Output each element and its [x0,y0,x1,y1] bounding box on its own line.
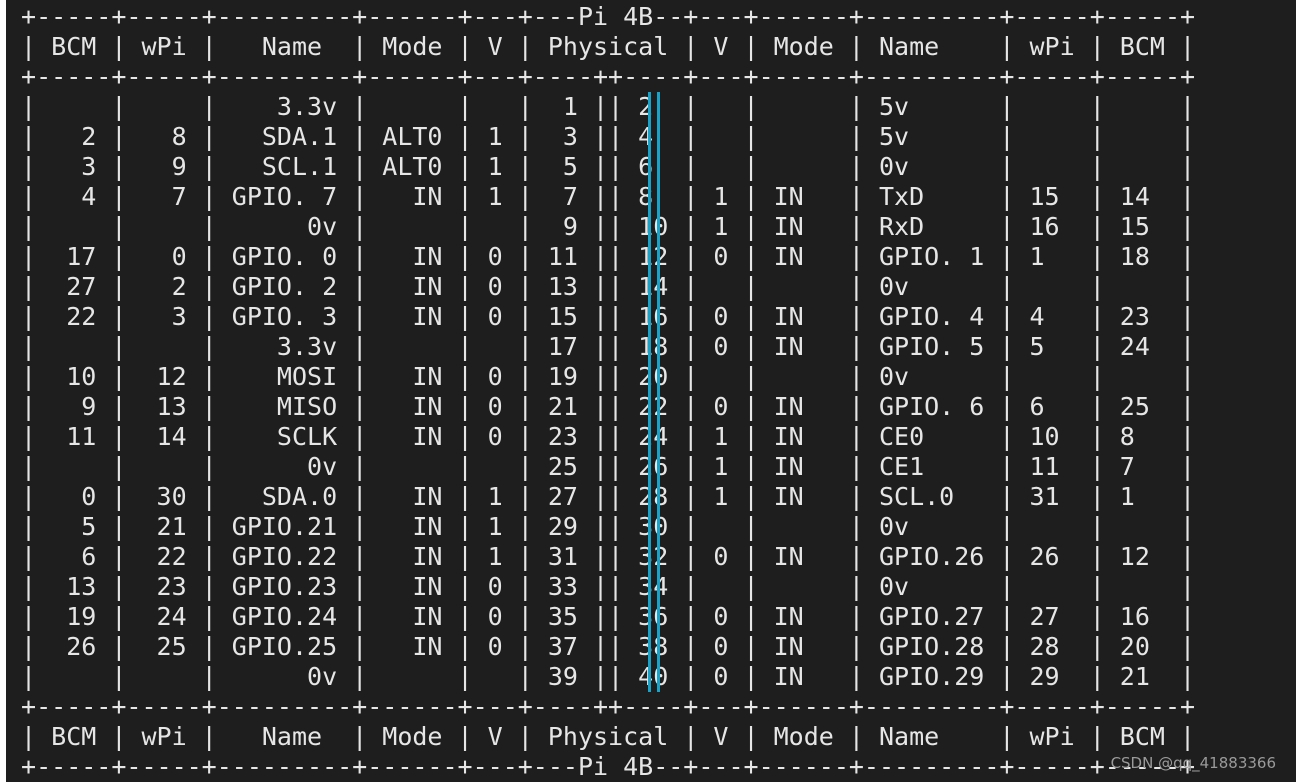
pin-row: | 5 | 21 | GPIO.21 | IN | 1 | 29 || 30 |… [6,512,1196,541]
pin-row: | 2 | 8 | SDA.1 | ALT0 | 1 | 3 || 4 | | … [6,122,1196,151]
pin-row: | 19 | 24 | GPIO.24 | IN | 0 | 35 || 36 … [6,602,1196,631]
pin-row: | 27 | 2 | GPIO. 2 | IN | 0 | 13 || 14 |… [6,272,1196,301]
pin-row: | 10 | 12 | MOSI | IN | 0 | 19 || 20 | |… [6,362,1196,391]
table-header-row: | BCM | wPi | Name | Mode | V | Physical… [6,32,1196,61]
pin-row: | | | 0v | | | 25 || 26 | 1 | IN | CE1 |… [6,452,1196,481]
pin-row: | 0 | 30 | SDA.0 | IN | 1 | 27 || 28 | 1… [6,482,1196,511]
pin-row: | | | 3.3v | | | 17 || 18 | 0 | IN | GPI… [6,332,1196,361]
watermark-text: CSDN @qq_41883366 [1110,754,1276,772]
pin-row: | 22 | 3 | GPIO. 3 | IN | 0 | 15 || 16 |… [6,302,1196,331]
pin-row: | 11 | 14 | SCLK | IN | 0 | 23 || 24 | 1… [6,422,1196,451]
pin-row: | 17 | 0 | GPIO. 0 | IN | 0 | 11 || 12 |… [6,242,1196,271]
pin-row: | 13 | 23 | GPIO.23 | IN | 0 | 33 || 34 … [6,572,1196,601]
pin-row: | | | 0v | | | 9 || 10 | 1 | IN | RxD | … [6,212,1196,241]
table-top-border: +-----+-----+---------+------+---+---Pi … [6,2,1196,31]
pin-row: | | | 3.3v | | | 1 || 2 | | | 5v | | | [6,92,1196,121]
pin-row: | 26 | 25 | GPIO.25 | IN | 0 | 37 || 38 … [6,632,1196,661]
terminal-window[interactable]: +-----+-----+---------+------+---+---Pi … [6,0,1296,782]
table-bottom-border: +-----+-----+---------+------+---+---Pi … [6,752,1196,781]
table-footer-separator: +-----+-----+---------+------+---+----++… [6,692,1196,721]
pin-row: | 4 | 7 | GPIO. 7 | IN | 1 | 7 || 8 | 1 … [6,182,1196,211]
pin-row: | 6 | 22 | GPIO.22 | IN | 1 | 31 || 32 |… [6,542,1196,571]
pin-row: | 3 | 9 | SCL.1 | ALT0 | 1 | 5 || 6 | | … [6,152,1196,181]
table-header-separator: +-----+-----+---------+------+---+----++… [6,62,1196,91]
pin-row: | 9 | 13 | MISO | IN | 0 | 21 || 22 | 0 … [6,392,1196,421]
physical-divider-line [657,92,660,692]
pin-row: | | | 0v | | | 39 || 40 | 0 | IN | GPIO.… [6,662,1196,691]
physical-divider-line [648,92,651,692]
table-footer-header-row: | BCM | wPi | Name | Mode | V | Physical… [6,722,1196,751]
